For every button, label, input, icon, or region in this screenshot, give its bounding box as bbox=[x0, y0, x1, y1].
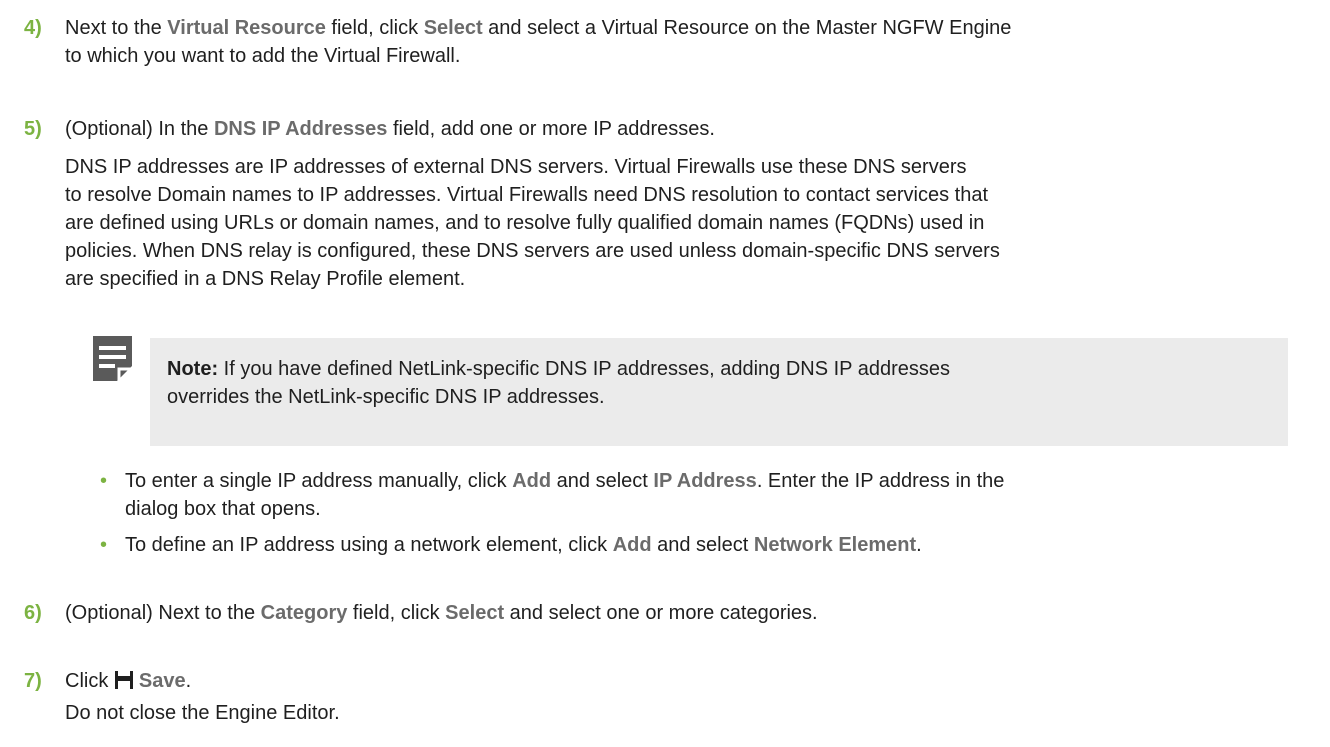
text: field, add one or more IP addresses. bbox=[387, 118, 715, 140]
step-text: Click Save. bbox=[65, 667, 191, 695]
text: . Enter the IP address in the bbox=[756, 470, 1005, 492]
ui-label: Virtual Resource bbox=[167, 17, 326, 39]
text: (Optional) In the bbox=[65, 118, 214, 140]
ui-label: Add bbox=[612, 534, 652, 556]
ui-label: Category bbox=[260, 602, 348, 624]
text: Click bbox=[65, 670, 114, 692]
ui-label: IP Address bbox=[653, 470, 757, 492]
text: To define an IP address using a network … bbox=[125, 534, 613, 556]
text: . bbox=[185, 670, 192, 692]
note-label: Note: bbox=[167, 358, 219, 380]
note-text: Note: If you have defined NetLink-specif… bbox=[167, 355, 950, 383]
bullet-text: To define an IP address using a network … bbox=[125, 531, 922, 559]
text: field, click bbox=[347, 602, 446, 624]
paragraph-line: are defined using URLs or domain names, … bbox=[65, 212, 985, 234]
bullet-marker: • bbox=[100, 470, 108, 492]
text: field, click bbox=[325, 17, 424, 39]
paragraph-line: are specified in a DNS Relay Profile ele… bbox=[65, 268, 466, 290]
text: Next to the bbox=[65, 17, 168, 39]
step-number: 7) bbox=[24, 670, 42, 692]
paragraph-line: policies. When DNS relay is configured, … bbox=[65, 240, 1000, 262]
paragraph-line: DNS IP addresses are IP addresses of ext… bbox=[65, 156, 967, 178]
step-number: 6) bbox=[24, 602, 42, 624]
step-text: to which you want to add the Virtual Fir… bbox=[65, 45, 461, 67]
note-icon bbox=[93, 336, 132, 381]
save-icon bbox=[114, 671, 133, 689]
step-number: 5) bbox=[24, 118, 42, 140]
step-text: Do not close the Engine Editor. bbox=[65, 702, 340, 724]
step-text: (Optional) In the DNS IP Addresses field… bbox=[65, 115, 715, 143]
text: If you have defined NetLink-specific DNS… bbox=[218, 358, 950, 380]
ui-label: Select bbox=[423, 17, 483, 39]
step-text: Next to the Virtual Resource field, clic… bbox=[65, 14, 1011, 42]
text: To enter a single IP address manually, c… bbox=[125, 470, 513, 492]
ui-label: Add bbox=[512, 470, 552, 492]
bullet-marker: • bbox=[100, 534, 108, 556]
text: . bbox=[916, 534, 922, 556]
ui-label: Save bbox=[138, 670, 186, 692]
ui-label: DNS IP Addresses bbox=[213, 118, 388, 140]
text: and select a Virtual Resource on the Mas… bbox=[482, 17, 1012, 39]
step-text: (Optional) Next to the Category field, c… bbox=[65, 599, 818, 627]
note-text: overrides the NetLink-specific DNS IP ad… bbox=[167, 386, 605, 408]
step-number: 4) bbox=[24, 17, 42, 39]
text: and select one or more categories. bbox=[504, 602, 818, 624]
text: (Optional) Next to the bbox=[65, 602, 261, 624]
bullet-text: dialog box that opens. bbox=[125, 498, 321, 520]
bullet-text: To enter a single IP address manually, c… bbox=[125, 467, 1004, 495]
paragraph-line: to resolve Domain names to IP addresses.… bbox=[65, 184, 989, 206]
ui-label: Network Element bbox=[753, 534, 917, 556]
text: and select bbox=[651, 534, 754, 556]
text: and select bbox=[551, 470, 654, 492]
ui-label: Select bbox=[445, 602, 505, 624]
